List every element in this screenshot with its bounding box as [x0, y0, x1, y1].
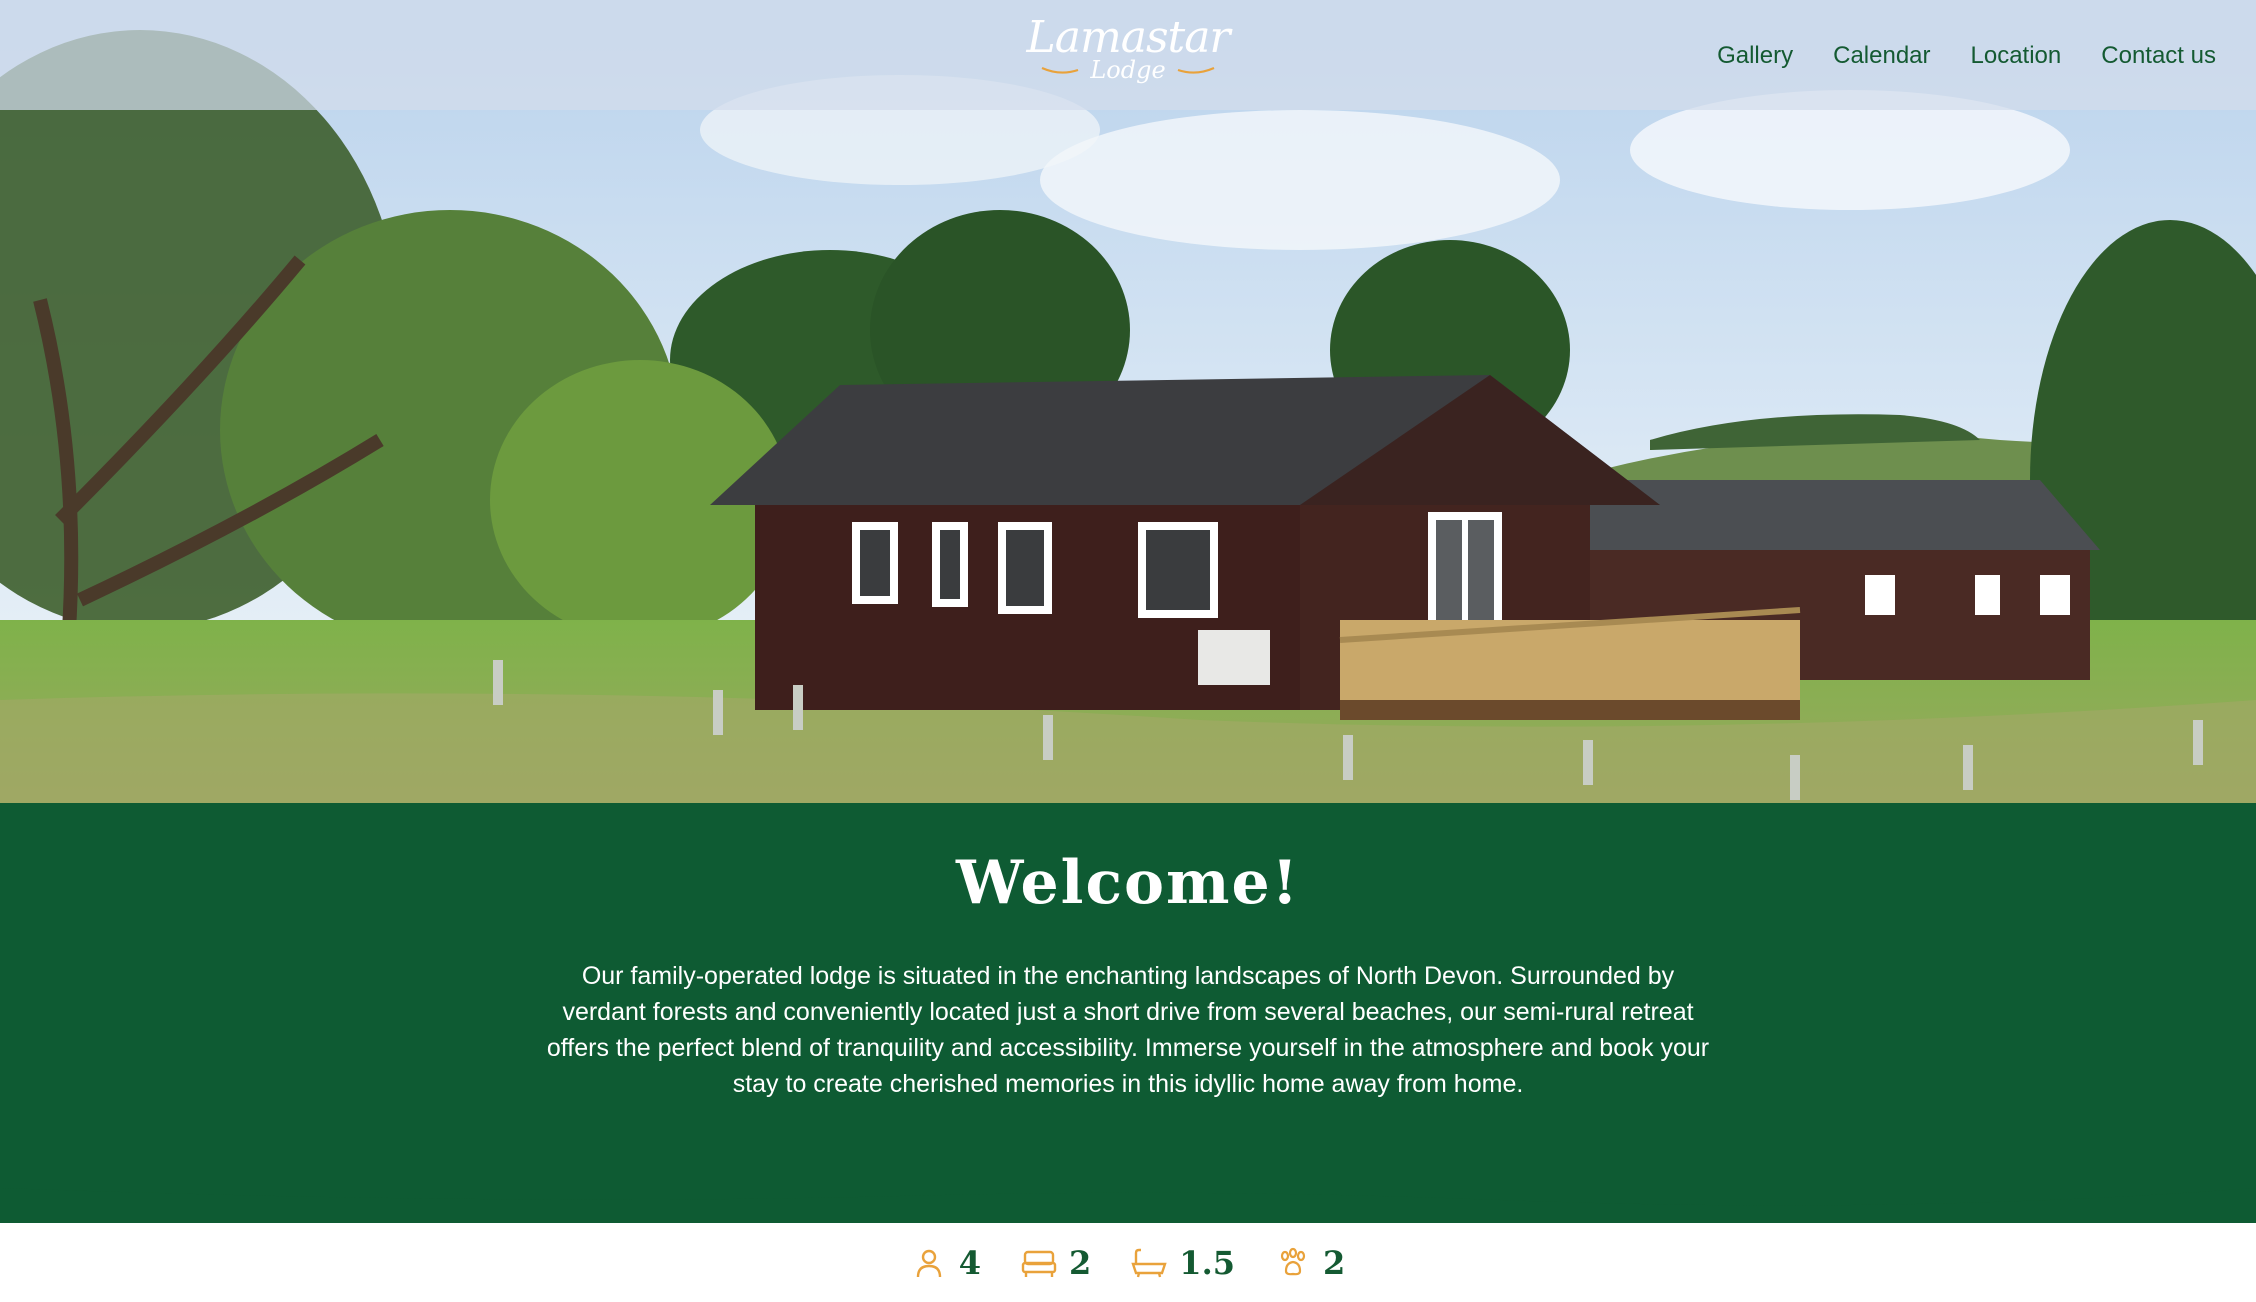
lodge-stats: 4 2 1.5 2 [0, 1238, 2256, 1288]
logo-swoosh-left-icon [1041, 66, 1079, 74]
pets-icon [1275, 1245, 1311, 1281]
logo-sub-text: Lodge [1090, 56, 1166, 84]
nav-contact-us[interactable]: Contact us [2101, 38, 2216, 74]
bedrooms-icon [1021, 1245, 1057, 1281]
hero-image [0, 0, 2256, 803]
welcome-section: Welcome! Our family-operated lodge is si… [0, 803, 2256, 1223]
stat-bathrooms-value: 1.5 [1179, 1244, 1235, 1282]
logo-main-text: Lamastar [1026, 12, 1231, 63]
stat-bedrooms: 2 [1021, 1244, 1091, 1282]
stat-guests: 4 [911, 1244, 981, 1282]
stat-pets: 2 [1275, 1244, 1345, 1282]
stat-bathrooms: 1.5 [1131, 1244, 1235, 1282]
stat-bedrooms-value: 2 [1069, 1244, 1092, 1282]
nav-gallery[interactable]: Gallery [1717, 38, 1793, 74]
guests-icon [911, 1245, 947, 1281]
stat-guests-value: 4 [958, 1244, 982, 1282]
stat-pets-value: 2 [1322, 1244, 1346, 1282]
nav-location[interactable]: Location [1971, 38, 2062, 74]
site-header: Lamastar Lodge Gallery Calendar Location… [0, 0, 2256, 110]
bathrooms-icon [1131, 1245, 1167, 1281]
welcome-title: Welcome! [955, 848, 1300, 918]
section-wave-divider [0, 1170, 2256, 1206]
main-nav: Gallery Calendar Location Contact us [1717, 38, 2216, 74]
nav-calendar[interactable]: Calendar [1833, 38, 1930, 74]
welcome-text: Our family-operated lodge is situated in… [546, 962, 1710, 1098]
logo-swoosh-right-icon [1177, 66, 1215, 74]
site-logo[interactable]: Lamastar Lodge [1026, 12, 1231, 90]
